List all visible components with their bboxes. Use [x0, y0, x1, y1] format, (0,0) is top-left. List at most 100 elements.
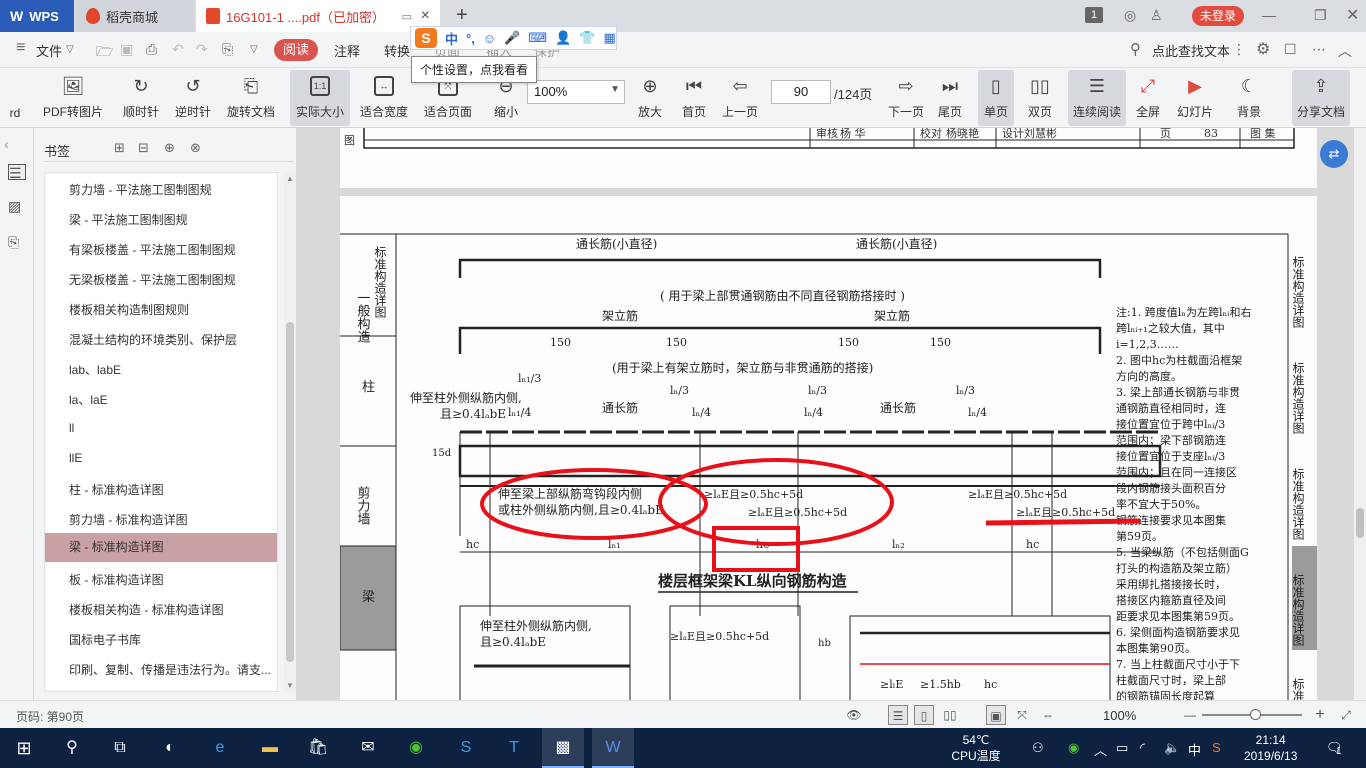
document-scrollbar[interactable]: [1354, 128, 1366, 700]
add-bookmark-icon[interactable]: ⊕: [164, 140, 175, 156]
people-icon[interactable]: ⚇: [1032, 740, 1044, 756]
collapse-ribbon-icon[interactable]: ︿: [1338, 41, 1352, 61]
bookmark-item[interactable]: 混凝土结构的环境类别、保护层: [69, 331, 237, 348]
last-page-button[interactable]: ⏭ 尾页: [932, 70, 968, 126]
grid-menu-icon[interactable]: ▦: [603, 30, 615, 46]
open-folder-icon[interactable]: 🗁: [96, 41, 113, 65]
menu-convert[interactable]: 转换: [384, 41, 410, 60]
bookmark-item[interactable]: 梁 - 标准构造详图: [45, 533, 277, 562]
wps-taskbar-icon[interactable]: W: [592, 728, 634, 768]
export-icon[interactable]: ⎘: [222, 41, 233, 58]
ime-language-toggle[interactable]: 中: [445, 29, 458, 48]
security-tray-icon[interactable]: ◉: [1068, 740, 1079, 756]
toolbar-partial-button[interactable]: rd: [0, 70, 30, 126]
file-dropdown-icon[interactable]: ▽: [66, 44, 74, 55]
t-app-icon[interactable]: T: [502, 736, 526, 760]
cpu-temperature[interactable]: 54℃ CPU温度: [950, 732, 1002, 764]
status-zoom-out-icon[interactable]: —: [1180, 705, 1200, 725]
scroll-up-icon[interactable]: ▲: [286, 174, 294, 183]
double-page-button[interactable]: ▯▯ 双页: [1018, 70, 1062, 126]
wifi-icon[interactable]: ◜: [1140, 740, 1145, 756]
bookmark-item[interactable]: 有梁板楼盖 - 平法施工图制图规: [69, 241, 236, 258]
store-icon[interactable]: 🛍: [306, 736, 330, 760]
prev-page-button[interactable]: ⇦ 上一页: [718, 70, 762, 126]
status-double-page-icon[interactable]: ▯▯: [940, 705, 960, 725]
sogou-tray-icon[interactable]: S: [1212, 740, 1221, 755]
delete-bookmark-icon[interactable]: ⊗: [190, 140, 201, 156]
status-actual-size-icon[interactable]: ▣: [986, 705, 1006, 725]
task-view-icon[interactable]: ⧉: [108, 736, 132, 760]
annotation-ellipse-middle[interactable]: [658, 458, 894, 546]
save-icon[interactable]: ▣: [120, 41, 133, 58]
rotate-counter-clockwise-button[interactable]: ↺ 逆时针: [168, 70, 218, 126]
redo-icon[interactable]: ↷: [196, 41, 208, 58]
volume-icon[interactable]: 🔈: [1164, 740, 1180, 756]
status-single-page-icon[interactable]: ▯: [914, 705, 934, 725]
status-fit-page-icon[interactable]: ⤧: [1012, 705, 1032, 725]
feedback-icon[interactable]: ☐: [1284, 41, 1297, 58]
green-app-icon[interactable]: ◉: [404, 736, 428, 760]
new-tab-button[interactable]: +: [456, 4, 468, 27]
undo-icon[interactable]: ↶: [172, 41, 184, 58]
first-page-button[interactable]: ⏮ 首页: [676, 70, 712, 126]
annotation-line[interactable]: [985, 518, 1141, 526]
system-clock[interactable]: 21:14 2019/6/13: [1244, 732, 1297, 764]
user-icon[interactable]: 👤: [555, 30, 571, 46]
pdf-to-image-button[interactable]: 🖼 PDF转图片: [40, 70, 106, 126]
fit-width-button[interactable]: ↔ 适合宽度: [356, 70, 412, 126]
bookmark-item[interactable]: la、laE: [69, 391, 108, 408]
restore-icon[interactable]: ❐: [1314, 7, 1327, 24]
close-window-icon[interactable]: ✕: [1346, 5, 1359, 25]
rotate-clockwise-button[interactable]: ↻ 顺时针: [116, 70, 166, 126]
skin-shirt-icon[interactable]: 👕: [579, 30, 595, 46]
background-button[interactable]: ☾ 背景: [1228, 70, 1270, 126]
bookmark-panel-icon[interactable]: ☰: [8, 164, 26, 181]
bookmark-item[interactable]: 国标电子书库: [69, 631, 141, 648]
shirt-icon[interactable]: ♙: [1150, 7, 1163, 24]
document-scroll-thumb[interactable]: [1356, 508, 1364, 538]
more-icon[interactable]: ⋯: [1312, 41, 1326, 58]
more-options-icon[interactable]: ⋮: [1232, 41, 1246, 58]
zoom-select[interactable]: 100% ▼: [527, 80, 625, 104]
menu-read[interactable]: 阅读: [274, 39, 318, 61]
sogou-browser-icon[interactable]: S: [454, 736, 478, 760]
status-fit-width-icon[interactable]: ⇔: [1038, 705, 1058, 725]
mail-icon[interactable]: ✉: [356, 736, 380, 760]
tray-expand-icon[interactable]: ︿: [1094, 740, 1107, 759]
collapse-all-icon[interactable]: ⊟: [138, 140, 149, 156]
browser-360-icon[interactable]: ◐: [158, 736, 182, 760]
hamburger-icon[interactable]: ≡: [16, 39, 25, 57]
image-app-icon[interactable]: ▩: [542, 728, 584, 768]
bookmark-item[interactable]: 剪力墙 - 标准构造详图: [69, 511, 188, 528]
tab-close-icon[interactable]: ×: [421, 7, 430, 25]
print-icon[interactable]: ⎙: [146, 41, 157, 58]
menu-annotate[interactable]: 注释: [334, 41, 360, 60]
attachment-panel-icon[interactable]: ⎘: [8, 234, 26, 250]
bookmark-item[interactable]: 柱 - 标准构造详图: [69, 481, 164, 498]
bookmark-item[interactable]: 楼板相关构造 - 标准构造详图: [69, 601, 224, 618]
slideshow-button[interactable]: ▶ 幻灯片: [1174, 70, 1216, 126]
bookmark-scroll-thumb[interactable]: [286, 322, 294, 662]
settings-gear-icon[interactable]: ⚙: [1256, 39, 1270, 59]
tab-float-icon[interactable]: ▭: [402, 10, 412, 23]
fullscreen-button[interactable]: ⤢ 全屏: [1132, 70, 1164, 126]
zoom-slider-knob[interactable]: [1250, 709, 1261, 720]
bookmark-item[interactable]: ll: [69, 421, 74, 435]
single-page-button[interactable]: ▯ 单页: [978, 70, 1014, 126]
minimize-icon[interactable]: —: [1262, 7, 1276, 23]
bookmark-item[interactable]: lab、labE: [69, 361, 121, 378]
thumbnail-panel-icon[interactable]: ▨: [8, 198, 26, 214]
bookmark-item[interactable]: 印刷、复制、传播是违法行为。请支...: [69, 661, 271, 678]
menu-file[interactable]: 文件: [36, 41, 62, 60]
sogou-logo-icon[interactable]: S: [415, 28, 437, 48]
edge-browser-icon[interactable]: e: [208, 736, 232, 760]
status-fullscreen-icon[interactable]: ⤢: [1336, 705, 1356, 725]
next-page-button[interactable]: ⇨ 下一页: [884, 70, 928, 126]
rotate-document-button[interactable]: ⎗ 旋转文档: [222, 70, 280, 126]
bookmark-item[interactable]: llE: [69, 451, 82, 465]
login-button[interactable]: 未登录: [1192, 6, 1244, 26]
scroll-down-icon[interactable]: ▼: [286, 681, 294, 690]
bookmark-item[interactable]: 楼板相关构造制图规则: [69, 301, 189, 318]
keyboard-icon[interactable]: ⌨: [528, 30, 547, 46]
search-text-button[interactable]: 点此查找文本: [1152, 41, 1230, 60]
